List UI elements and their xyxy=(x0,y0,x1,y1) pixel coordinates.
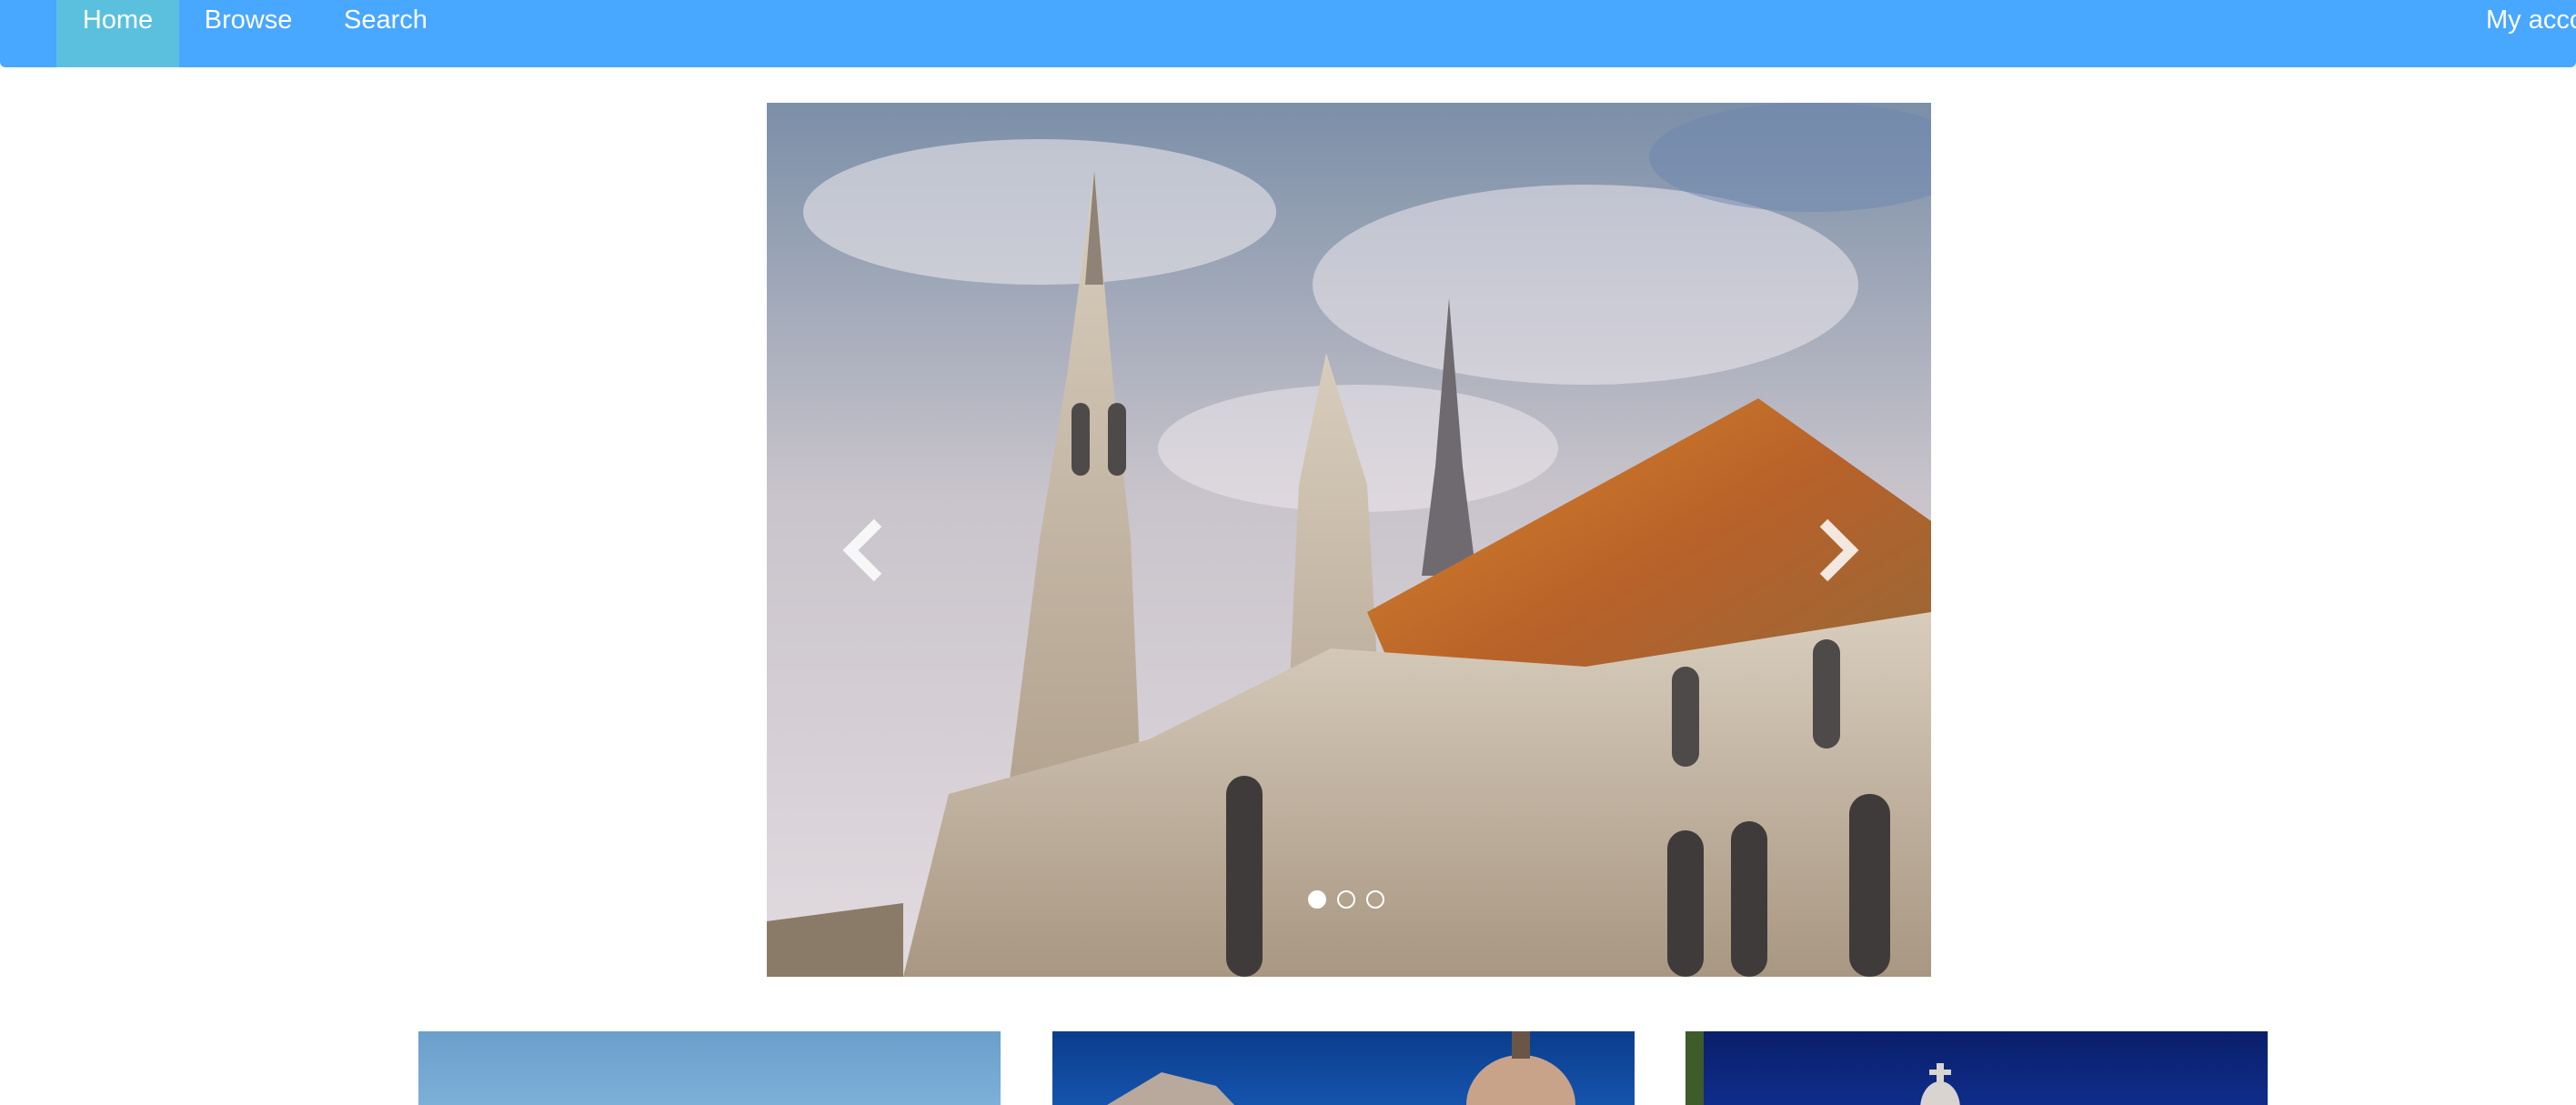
carousel-slide-image xyxy=(767,103,1931,977)
carousel-dot-3[interactable] xyxy=(1366,890,1384,909)
top-navbar: Home Browse Search My acco xyxy=(0,0,2576,67)
nav-browse[interactable]: Browse xyxy=(179,0,317,67)
chevron-right-icon xyxy=(1819,518,1859,582)
gallery-thumbnail[interactable] xyxy=(418,1031,1001,1105)
gallery-thumbnail[interactable] xyxy=(1052,1031,1635,1105)
carousel-indicators xyxy=(1308,890,1390,914)
carousel-dot-2[interactable] xyxy=(1337,890,1355,909)
carousel-prev-button[interactable] xyxy=(837,514,891,587)
gallery-thumbnail[interactable] xyxy=(1685,1031,2268,1105)
thumbnail-image xyxy=(1685,1031,1960,1105)
nav-search[interactable]: Search xyxy=(317,0,454,67)
carousel-dot-1[interactable] xyxy=(1308,890,1326,909)
image-carousel xyxy=(767,103,1931,977)
chevron-left-icon xyxy=(842,518,882,582)
nav-home[interactable]: Home xyxy=(56,0,179,67)
thumbnail-image xyxy=(1107,1031,1575,1105)
nav-my-account[interactable]: My acco xyxy=(2486,0,2576,67)
carousel-next-button[interactable] xyxy=(1810,514,1865,587)
